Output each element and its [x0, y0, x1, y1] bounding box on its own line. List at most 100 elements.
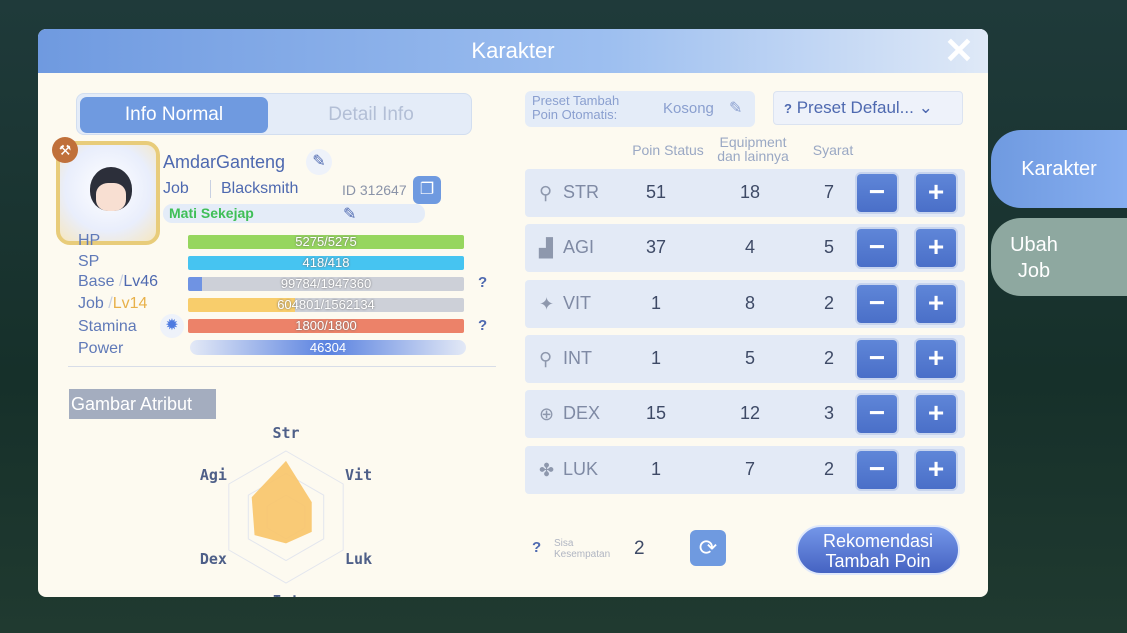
stamina-bar: 1800/1800 [188, 319, 464, 333]
decrease-vit-button[interactable]: − [857, 284, 897, 323]
sp-bar: 418/418 [188, 256, 464, 270]
increase-agi-button[interactable]: + [916, 229, 956, 268]
edit-preset-icon[interactable]: ✎ [729, 98, 742, 118]
character-panel: Karakter ✕ Info Normal Detail Info ⚒ Amd… [38, 29, 988, 597]
remaining-help-icon[interactable]: ? [532, 539, 541, 556]
power-label: Power [78, 340, 124, 357]
guild-icon: ⚒ [52, 137, 78, 163]
increase-int-button[interactable]: + [916, 339, 956, 378]
stat-points: 1 [650, 458, 661, 479]
increase-dex-button[interactable]: + [916, 395, 956, 434]
stat-name: LUK [563, 458, 599, 479]
stat-points: 1 [650, 292, 661, 313]
radar-area [251, 460, 312, 544]
stat-row-int: ⚲ INT 1 5 2 − + [525, 334, 965, 383]
attribute-radar: Str Vit Luk Int Dex Agi [200, 424, 372, 597]
base-help-icon[interactable]: ? [478, 274, 487, 291]
hp-label: HP [78, 232, 101, 249]
stat-row-dex: ⊕ DEX 15 12 3 − + [525, 390, 965, 439]
divider [210, 180, 211, 198]
column-syarat: Syarat [812, 142, 854, 158]
radar-label-dex: Dex [200, 550, 227, 568]
player-id: ID 312647 [342, 182, 407, 198]
increase-vit-button[interactable]: + [916, 284, 956, 323]
stat-equipment: 8 [744, 292, 755, 313]
stamina-label: Stamina [78, 318, 137, 335]
int-icon: ⚲ [539, 348, 553, 369]
decrease-agi-button[interactable]: − [857, 229, 897, 268]
radar-label-agi: Agi [200, 466, 227, 484]
job-name: Blacksmith [221, 180, 299, 197]
stamina-value: 1800/1800 [295, 318, 357, 333]
copy-id-icon[interactable]: ❐ [413, 176, 441, 204]
power-bar: 46304 [190, 340, 466, 355]
stat-row-luk: ✤ LUK 1 7 2 − + [525, 445, 965, 494]
base-text: Base [78, 273, 115, 290]
sp-value: 418/418 [302, 255, 350, 270]
sun-icon[interactable]: ✹ [160, 314, 184, 338]
stat-points: 51 [645, 182, 667, 202]
luk-icon: ✤ [539, 459, 555, 480]
decrease-str-button[interactable]: − [857, 174, 897, 212]
decrease-dex-button[interactable]: − [857, 395, 897, 434]
edit-name-icon[interactable]: ✎ [306, 149, 332, 175]
job-label: Job [163, 180, 189, 197]
auto-preset-field[interactable]: Preset Tambah Poin Otomatis: Kosong ✎ [525, 91, 755, 127]
column-poin-status: Poin Status [632, 142, 704, 158]
refresh-icon[interactable]: ⟳ [690, 530, 726, 566]
stat-requirement: 2 [823, 347, 834, 368]
stat-equipment: 5 [744, 347, 755, 368]
preset-dropdown[interactable]: ? Preset Defaul... ⌄ [773, 91, 963, 125]
decrease-int-button[interactable]: − [857, 339, 897, 378]
vit-icon: ✦ [539, 293, 555, 314]
dex-icon: ⊕ [539, 404, 555, 425]
radar-label-str: Str [272, 424, 299, 442]
stat-requirement: 2 [823, 292, 834, 313]
tab-info-normal[interactable]: Info Normal [80, 97, 268, 133]
character-title: Mati Sekejap [169, 205, 254, 221]
stat-requirement: 5 [823, 237, 834, 258]
base-exp-value: 99784/1947360 [280, 276, 372, 291]
stat-equipment: 7 [744, 458, 755, 479]
increase-str-button[interactable]: + [916, 174, 956, 212]
side-tab-ubah-job[interactable]: Ubah Job [991, 218, 1127, 296]
sp-label: SP [78, 253, 100, 270]
stat-row-vit: ✦ VIT 1 8 2 − + [525, 279, 965, 328]
character-name: AmdarGanteng [163, 152, 286, 172]
preset-dropdown-value: Preset Defaul... [796, 98, 914, 117]
tab-detail-info[interactable]: Detail Info [277, 97, 465, 133]
increase-luk-button[interactable]: + [916, 450, 956, 489]
preset-help-icon[interactable]: ? [784, 101, 792, 116]
str-icon: ⚲ [539, 183, 553, 203]
stat-row-agi: ▟ AGI 37 4 5 − + [525, 224, 965, 273]
base-label: Base /Lv46 [78, 273, 159, 290]
info-tabs: Info Normal Detail Info [76, 93, 472, 135]
stat-equipment: 4 [744, 237, 755, 258]
remaining-label: Sisa Kesempatan [554, 538, 611, 560]
close-icon[interactable]: ✕ [944, 33, 974, 69]
side-tab-karakter[interactable]: Karakter [991, 130, 1127, 208]
radar-label-vit: Vit [345, 466, 372, 484]
stat-row-str: ⚲ STR 51 18 7 − + [525, 169, 965, 217]
job-text: Job [78, 295, 104, 312]
stat-name: DEX [563, 403, 601, 424]
stat-requirement: 3 [823, 403, 834, 424]
base-level: Lv46 [123, 273, 159, 290]
job-level: Lv14 [112, 295, 148, 312]
column-equipment: Equipment dan lainnya [717, 134, 789, 164]
recommend-points-button[interactable]: Rekomendasi Tambah Poin [796, 525, 960, 575]
stat-name: AGI [563, 237, 595, 258]
agi-icon: ▟ [539, 238, 553, 259]
stat-name: STR [563, 182, 599, 202]
chevron-down-icon: ⌄ [918, 98, 933, 117]
title-field[interactable]: Mati Sekejap ✎ [163, 204, 425, 223]
stat-name: INT [563, 347, 592, 368]
remaining-count: 2 [634, 538, 645, 559]
edit-title-icon[interactable]: ✎ [343, 204, 356, 224]
radar-label-int: Int [272, 592, 299, 597]
avatar[interactable]: ⚒ [52, 137, 160, 245]
panel-header: Karakter [38, 29, 988, 73]
job-level-label: Job /Lv14 [78, 295, 148, 312]
decrease-luk-button[interactable]: − [857, 450, 897, 489]
stamina-help-icon[interactable]: ? [478, 317, 487, 334]
